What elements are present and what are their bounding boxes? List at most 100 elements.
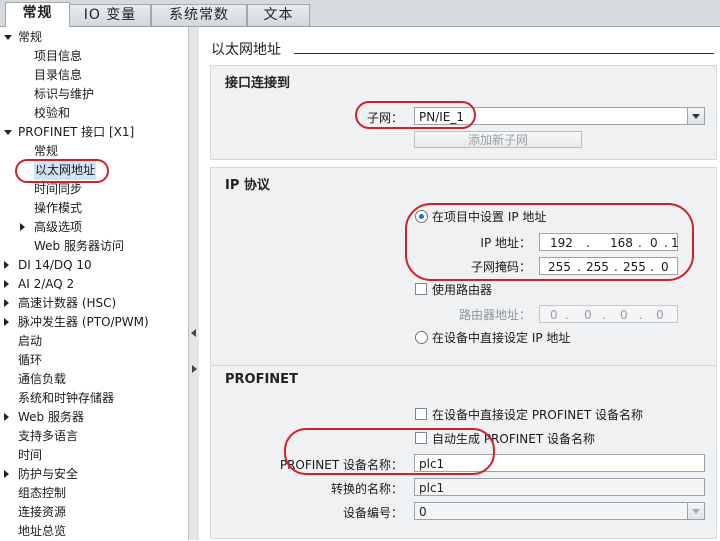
device-name-input[interactable]: plc1	[414, 454, 705, 472]
tree-item[interactable]: 支持多语言	[0, 427, 188, 446]
profinet-section: PROFINET 在设备中直接设定 PROFINET 设备名称 自动生成 PRO…	[210, 365, 717, 539]
tab-general[interactable]: 常规	[5, 2, 70, 27]
tree-item[interactable]: 高级选项	[0, 218, 188, 237]
tree-item-label: 防护与安全	[18, 467, 79, 481]
expanded-arrow-icon[interactable]	[4, 130, 12, 135]
profinet-section-title: PROFINET	[225, 372, 298, 387]
tab-system-constants[interactable]: 系统常数	[151, 4, 247, 26]
ip-octet-3[interactable]: 0	[650, 234, 658, 252]
tab-io-tags[interactable]: IO 变量	[69, 4, 151, 26]
router-octet-3[interactable]: 0	[620, 306, 628, 324]
tree-item[interactable]: PROFINET 接口 [X1]	[0, 123, 188, 142]
tree-item[interactable]: 常规	[0, 142, 188, 161]
tree-item-label: 启动	[18, 334, 43, 348]
converted-name-field: plc1	[414, 478, 705, 496]
tree-item-label: 高速计数器 (HSC)	[18, 296, 117, 310]
router-octet-2[interactable]: 0	[584, 306, 592, 324]
tree-item[interactable]: 组态控制	[0, 484, 188, 503]
tree-item[interactable]: 启动	[0, 332, 188, 351]
device-number-value: 0	[419, 505, 427, 519]
subnet-label: 子网：	[366, 111, 403, 125]
converted-name-label: 转换的名称：	[330, 482, 403, 496]
chevron-down-icon[interactable]	[687, 503, 704, 519]
tree-item-label: 时间	[18, 448, 43, 462]
expand-right-icon[interactable]	[192, 365, 197, 373]
tree-item[interactable]: 常规	[0, 28, 188, 47]
set-ip-in-project-radio[interactable]	[415, 210, 428, 223]
ip-octet-4[interactable]: 1	[671, 234, 679, 252]
navigation-tree: 常规 项目信息 目录信息 标识与维护 校验和 PROFINET 接口 [X1] 常规 以太网地…	[0, 27, 188, 540]
tree-item[interactable]: Web 服务器	[0, 408, 188, 427]
tree-item[interactable]: 循环	[0, 351, 188, 370]
collapsed-arrow-icon[interactable]	[4, 318, 9, 326]
interface-section: 接口连接到 子网： PN/IE_1 添加新子网	[210, 65, 717, 160]
tree-item[interactable]: 操作模式	[0, 199, 188, 218]
tree-item[interactable]: 时间同步	[0, 180, 188, 199]
collapsed-arrow-icon[interactable]	[4, 299, 9, 307]
expanded-arrow-icon[interactable]	[4, 35, 12, 40]
tree-item-label: Web 服务器访问	[34, 239, 124, 253]
properties-content: 以太网地址 接口连接到 子网： PN/IE_1 添加新子网 IP 协议 在项目中…	[199, 27, 720, 540]
set-ip-on-device-radio[interactable]	[415, 331, 428, 344]
tree-item[interactable]: DI 14/DQ 10	[0, 256, 188, 275]
ip-protocol-section: IP 协议 在项目中设置 IP 地址 IP 地址： 192 . 168 . 0 …	[210, 167, 717, 387]
tree-item[interactable]: 连接资源	[0, 503, 188, 522]
tree-item[interactable]: 项目信息	[0, 47, 188, 66]
device-number-dropdown[interactable]: 0	[414, 502, 705, 520]
mask-octet-4[interactable]: 0	[661, 258, 669, 276]
router-address-field[interactable]: 0 . 0 . 0 . 0	[539, 305, 678, 323]
ip-address-field[interactable]: 192 . 168 . 0 . 1	[539, 233, 679, 252]
tree-item-label: DI 14/DQ 10	[18, 258, 92, 272]
set-ip-in-project-label: 在项目中设置 IP 地址	[432, 210, 547, 224]
tree-item-label: 项目信息	[34, 49, 83, 63]
mask-octet-1[interactable]: 255	[548, 258, 571, 276]
add-subnet-button[interactable]: 添加新子网	[414, 131, 582, 148]
tree-item[interactable]: 以太网地址	[0, 161, 188, 180]
use-router-checkbox[interactable]	[415, 283, 427, 295]
collapsed-arrow-icon[interactable]	[4, 280, 9, 288]
tree-item-label: 操作模式	[34, 201, 83, 215]
tree-item[interactable]: 校验和	[0, 104, 188, 123]
tree-item-label: 时间同步	[34, 182, 83, 196]
subnet-value: PN/IE_1	[419, 110, 465, 124]
tree-item[interactable]: 通信负载	[0, 370, 188, 389]
tree-item-label: 支持多语言	[18, 429, 79, 443]
router-octet-4[interactable]: 0	[656, 306, 664, 324]
auto-generate-name-checkbox[interactable]	[415, 432, 427, 444]
collapse-left-icon[interactable]	[191, 329, 196, 337]
tree-item[interactable]: 脉冲发生器 (PTO/PWM)	[0, 313, 188, 332]
tree-item-label: 标识与维护	[34, 87, 95, 101]
tree-item[interactable]: 防护与安全	[0, 465, 188, 484]
chevron-down-icon[interactable]	[687, 108, 704, 124]
tree-item[interactable]: 系统和时钟存储器	[0, 389, 188, 408]
ip-section-title: IP 协议	[225, 178, 270, 193]
tree-item[interactable]: 高速计数器 (HSC)	[0, 294, 188, 313]
tree-item[interactable]: 目录信息	[0, 66, 188, 85]
tree-item[interactable]: 标识与维护	[0, 85, 188, 104]
set-name-on-device-checkbox[interactable]	[415, 408, 427, 420]
tab-texts[interactable]: 文本	[247, 4, 310, 26]
tree-item-label: 常规	[34, 144, 59, 158]
tree-item[interactable]: 时间	[0, 446, 188, 465]
collapsed-arrow-icon[interactable]	[4, 470, 9, 478]
ip-octet-2[interactable]: 168	[610, 234, 633, 252]
mask-octet-2[interactable]: 255	[586, 258, 609, 276]
ip-address-label: IP 地址：	[480, 236, 531, 250]
tree-item-label: 组态控制	[18, 486, 67, 500]
collapsed-arrow-icon[interactable]	[20, 223, 25, 231]
mask-octet-3[interactable]: 255	[623, 258, 646, 276]
subnet-dropdown[interactable]: PN/IE_1	[414, 107, 705, 125]
collapsed-arrow-icon[interactable]	[4, 413, 9, 421]
tree-item-label: 通信负载	[18, 372, 67, 386]
tree-item[interactable]: 地址总览	[0, 522, 188, 541]
tree-item-label: AI 2/AQ 2	[18, 277, 75, 291]
collapsed-arrow-icon[interactable]	[4, 261, 9, 269]
router-octet-1[interactable]: 0	[550, 306, 558, 324]
tree-item-label: Web 服务器	[18, 410, 84, 424]
device-number-label: 设备编号：	[342, 506, 403, 520]
tree-item[interactable]: Web 服务器访问	[0, 237, 188, 256]
ip-octet-1[interactable]: 192	[550, 234, 573, 252]
router-address-label: 路由器地址：	[458, 308, 531, 322]
subnet-mask-field[interactable]: 255 . 255 . 255 . 0	[539, 257, 678, 275]
tree-item[interactable]: AI 2/AQ 2	[0, 275, 188, 294]
